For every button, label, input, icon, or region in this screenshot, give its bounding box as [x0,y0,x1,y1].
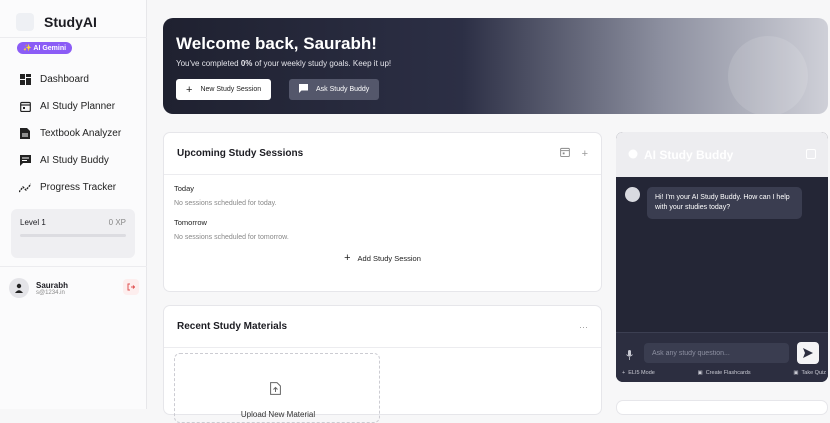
calendar-icon[interactable] [559,147,570,160]
message-text: Hi! I'm your AI Study Buddy. How can I h… [647,187,802,219]
sidebar-item-ai-study-buddy[interactable]: AI Study Buddy [0,147,147,174]
empty-message: No sessions scheduled for today. [174,200,277,207]
ai-gemini-badge: ✨ AI Gemini [17,42,73,54]
expand-icon[interactable] [806,146,816,164]
empty-message: No sessions scheduled for tomorrow. [174,234,289,241]
sidebar-item-label: Dashboard [40,74,89,85]
calendar-icon [18,100,32,114]
logout-button[interactable] [123,279,139,295]
chat-message: Hi! I'm your AI Study Buddy. How can I h… [625,187,802,219]
chat-input[interactable] [644,343,789,363]
new-study-session-button[interactable]: + New Study Session [176,79,272,100]
brand[interactable]: StudyAI [0,0,146,34]
user-name: Saurabh [36,280,69,290]
take-quiz-button[interactable]: ▣ Take Quiz [793,370,826,376]
sidebar-nav: Dashboard AI Study Planner Textbook Anal… [0,66,147,201]
xp-value: 0 XP [108,218,126,227]
more-options-icon[interactable]: ··· [579,322,588,332]
plus-icon: + [344,252,351,264]
sidebar-item-dashboard[interactable]: Dashboard [0,66,147,93]
sidebar-item-label: AI Study Planner [40,101,116,112]
ask-study-buddy-button[interactable]: Ask Study Buddy [289,79,380,100]
document-icon [18,127,32,141]
card-title: Upcoming Study Sessions [177,148,304,159]
recent-materials-card: Recent Study Materials ··· Upload New Ma… [163,305,602,423]
level-progress-bar [20,234,126,237]
eli5-mode-button[interactable]: + ELI5 Mode [622,370,655,376]
chat-icon [18,154,32,168]
card-title: Recent Study Materials [177,321,288,332]
level-card: Level 1 0 XP [11,209,135,258]
sidebar-item-ai-study-planner[interactable]: AI Study Planner [0,93,147,120]
sidebar: StudyAI ✨ AI Gemini Dashboard AI Study P… [0,0,147,409]
chat-composer: +ELI5 Mode ▣Create Flashcards ▣Take Quiz [616,332,828,382]
welcome-banner: Welcome back, Saurabh! You've completed … [163,18,828,114]
send-button[interactable] [797,342,819,364]
divider [0,266,147,267]
card-icon: ▣ [697,370,703,376]
day-label: Tomorrow [174,218,207,227]
divider [0,37,147,38]
sidebar-item-progress-tracker[interactable]: Progress Tracker [0,174,147,201]
day-label: Today [174,184,195,193]
avatar [9,278,29,298]
logout-icon [127,283,135,291]
upload-label: Upload New Material [240,410,316,419]
sparkle-icon: + [622,370,626,376]
weekly-goal-progress: 0% [240,59,253,68]
lower-right-card [616,400,828,415]
add-study-session-button[interactable]: + Add Study Session [174,252,591,264]
sidebar-item-textbook-analyzer[interactable]: Textbook Analyzer [0,120,147,147]
sidebar-item-label: Textbook Analyzer [40,128,122,139]
welcome-title: Welcome back, Saurabh! [176,34,377,53]
add-icon[interactable]: + [582,148,588,160]
microphone-icon[interactable] [626,347,633,365]
bot-icon [628,148,638,162]
welcome-subtitle: You've completed 0% of your weekly study… [176,59,392,68]
plus-icon: + [186,83,193,96]
sidebar-item-label: Progress Tracker [40,182,117,193]
file-upload-icon [270,382,281,400]
button-label: Add Study Session [357,253,421,263]
create-flashcards-button[interactable]: ▣ Create Flashcards [698,370,751,376]
sidebar-item-label: AI Study Buddy [40,155,109,166]
send-icon [803,348,813,358]
user-profile: Saurabh s@1234.in [9,274,139,302]
bot-avatar [625,187,640,202]
user-email: s@1234.in [36,289,65,296]
upload-material-dropzone[interactable]: Upload New Material [174,353,380,423]
trend-icon [18,181,32,195]
button-label: Ask Study Buddy [316,86,370,93]
chat-icon [299,84,308,95]
ai-study-buddy-panel: AI Study Buddy Hi! I'm your AI Study Bud… [616,132,828,382]
logo-icon [16,13,34,31]
upcoming-sessions-card: Upcoming Study Sessions + Today No sessi… [163,132,602,292]
quick-actions: + ELI5 Mode ▣ Create Flashcards ▣ Take Quiz [622,370,826,376]
decorative-circle [728,36,808,114]
level-label: Level 1 [20,218,46,227]
panel-title: AI Study Buddy [644,147,734,162]
quiz-icon: ▣ [793,370,799,376]
dashboard-icon [18,73,32,87]
brand-name: StudyAI [44,14,97,30]
button-label: New Study Session [200,86,262,93]
